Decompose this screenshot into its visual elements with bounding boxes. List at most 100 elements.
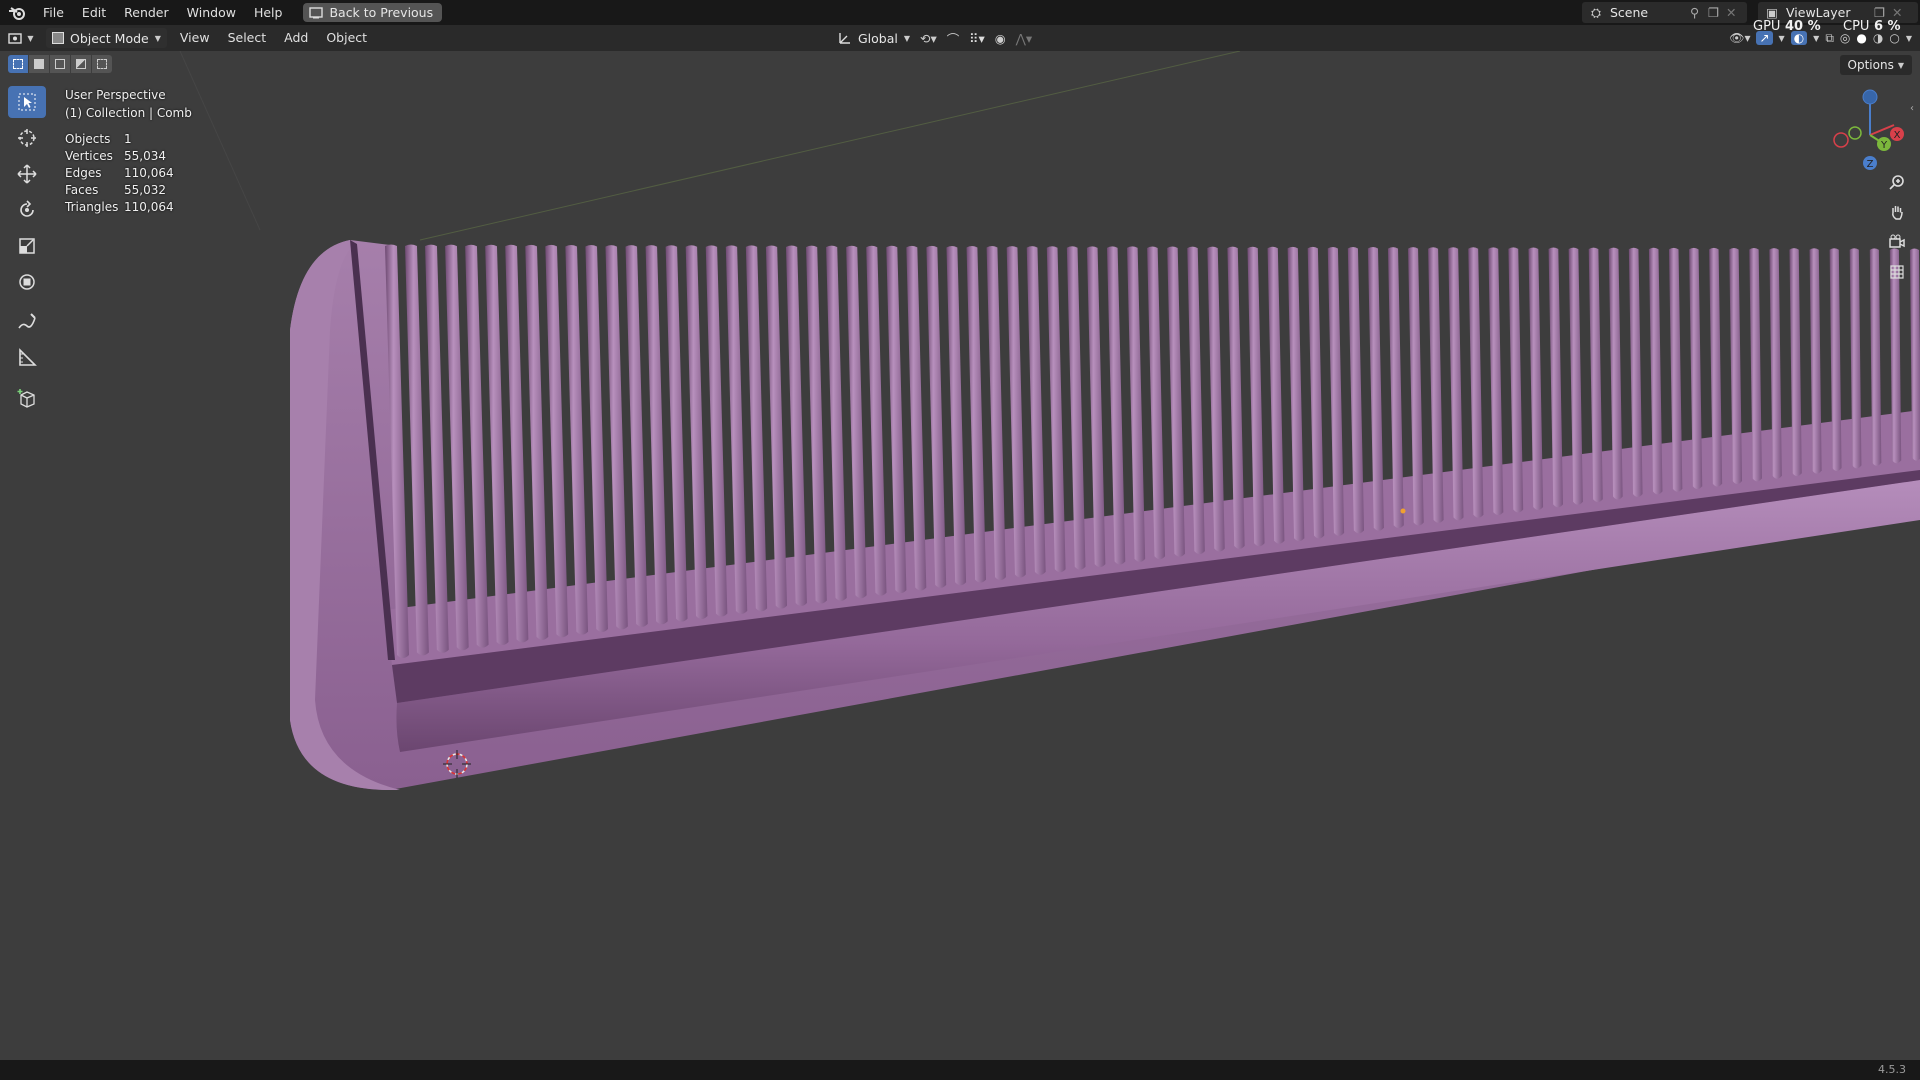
selection-mode-buttons — [8, 55, 112, 73]
comb-tooth — [886, 245, 907, 594]
options-dropdown[interactable]: Options ▼ — [1839, 55, 1912, 75]
comb-tooth — [806, 245, 827, 604]
comb-tooth — [725, 245, 748, 614]
menu-select[interactable]: Select — [219, 25, 276, 51]
perspective-toggle-icon[interactable] — [1884, 259, 1910, 285]
3d-viewport-icon — [8, 33, 23, 44]
transform-orientation-selector[interactable]: Global ▼ — [838, 31, 910, 46]
stat-label: Objects — [65, 132, 111, 146]
measure-tool[interactable] — [8, 342, 46, 374]
collection-label: (1) Collection | Comb — [65, 106, 192, 120]
comb-tooth — [445, 244, 469, 651]
menu-window[interactable]: Window — [178, 0, 245, 25]
blender-logo-icon[interactable] — [0, 0, 34, 25]
falloff-icon[interactable]: ⋀▾ — [1016, 31, 1033, 46]
comb-tooth — [1046, 246, 1066, 573]
pan-hand-icon[interactable] — [1884, 199, 1910, 225]
sidebar-toggle-icon[interactable]: ‹ — [1910, 103, 1914, 114]
rotate-tool[interactable] — [8, 194, 46, 226]
comb-tooth — [645, 245, 668, 625]
transform-tool[interactable] — [8, 266, 46, 298]
select-invert-icon[interactable] — [71, 55, 91, 73]
select-new-icon[interactable] — [8, 55, 28, 73]
snap-target-icon[interactable]: ⠿▾ — [969, 31, 984, 46]
comb-tooth — [946, 245, 967, 586]
comb-tooth — [765, 245, 788, 609]
back-to-previous-label: Back to Previous — [329, 5, 434, 20]
comb-tooth — [986, 246, 1006, 581]
camera-view-icon[interactable] — [1884, 229, 1910, 255]
chevron-down-icon[interactable]: ▼ — [1906, 34, 1912, 43]
menu-help[interactable]: Help — [245, 0, 292, 25]
new-scene-icon[interactable]: ❐ — [1708, 5, 1726, 20]
menu-object[interactable]: Object — [317, 25, 376, 51]
view-layer-name: ViewLayer — [1786, 5, 1851, 20]
chevron-down-icon[interactable]: ▼ — [1779, 34, 1785, 43]
new-view-layer-icon[interactable]: ❐ — [1874, 5, 1892, 20]
menu-edit[interactable]: Edit — [73, 0, 115, 25]
editor-type-selector[interactable]: ▼ — [0, 25, 42, 51]
comb-tooth — [425, 244, 449, 653]
pin-icon[interactable]: ⚲ — [1690, 5, 1708, 20]
add-cube-tool[interactable] — [8, 382, 46, 414]
select-box-tool[interactable] — [8, 86, 46, 118]
pencil-icon — [18, 313, 36, 329]
gizmo-y-negative — [1848, 126, 1862, 140]
comb-tooth — [565, 244, 589, 635]
scene-statistics: Objects 1 Vertices 55,034 Edges 110,064 Fac… — [65, 131, 174, 216]
annotate-tool[interactable] — [8, 306, 46, 338]
select-intersect-icon[interactable] — [92, 55, 112, 73]
chevron-down-icon[interactable]: ▼ — [1813, 34, 1819, 43]
comb-tooth — [465, 244, 489, 648]
comb-tooth — [785, 245, 807, 607]
select-extend-icon[interactable] — [29, 55, 49, 73]
stat-label: Edges — [65, 166, 102, 180]
scene-selector[interactable]: ⛭ Scene ⚲ ❐ ✕ — [1582, 2, 1747, 23]
menu-file[interactable]: File — [34, 0, 73, 25]
visibility-icon[interactable]: 👁▾ — [1729, 31, 1750, 45]
pivot-point-icon[interactable]: ⟲▾ — [920, 31, 937, 46]
stat-value: 55,032 — [124, 183, 166, 197]
menu-view[interactable]: View — [171, 25, 219, 51]
comb-tooth — [1006, 246, 1026, 578]
grid-line — [179, 51, 261, 231]
scale-tool[interactable] — [8, 230, 46, 262]
cpu-label: CPU — [1843, 19, 1870, 34]
delete-view-layer-icon[interactable]: ✕ — [1892, 5, 1906, 20]
stat-row: Edges 110,064 — [65, 165, 174, 182]
gizmo-z-label: Z — [1867, 159, 1874, 170]
gpu-value: 40 % — [1784, 19, 1821, 34]
comb-tooth — [605, 245, 628, 630]
move-tool[interactable] — [8, 158, 46, 190]
scene-name: Scene — [1610, 5, 1649, 20]
menu-render[interactable]: Render — [115, 0, 178, 25]
stat-row: Triangles 110,064 — [65, 199, 174, 216]
gizmo-x-label: X — [1894, 130, 1901, 141]
cube-add-icon — [17, 389, 35, 408]
menu-add[interactable]: Add — [275, 25, 317, 51]
mode-selector[interactable]: Object Mode ▼ — [46, 28, 167, 48]
comb-tooth — [625, 245, 648, 627]
snap-icon[interactable]: ⌒ — [947, 29, 960, 48]
navigation-gizmo[interactable]: X Y Z — [1830, 85, 1910, 175]
cursor-tool[interactable] — [8, 122, 46, 154]
stat-row: Vertices 55,034 — [65, 148, 174, 165]
zoom-icon[interactable] — [1884, 169, 1910, 195]
screen-icon — [309, 6, 324, 18]
top-menu-bar: File Edit Render Window Help Back to Pre… — [0, 0, 1920, 25]
ruler-icon — [19, 348, 37, 366]
comb-tooth — [665, 245, 688, 622]
back-to-previous-button[interactable]: Back to Previous — [303, 3, 443, 22]
select-subtract-icon[interactable] — [50, 55, 70, 73]
orientation-icon — [839, 33, 850, 44]
comb-tooth — [846, 245, 867, 599]
stat-row: Faces 55,032 — [65, 182, 174, 199]
stat-value: 1 — [124, 132, 132, 146]
proportional-editing-icon[interactable]: ◉ — [995, 31, 1006, 46]
3d-viewport[interactable]: Options ▼ User Perspective (1) Collectio… — [0, 51, 1920, 1060]
xray-toggle-icon[interactable]: ⧉ — [1825, 31, 1834, 46]
delete-scene-icon[interactable]: ✕ — [1726, 5, 1740, 20]
gizmo-y-label: Y — [1880, 140, 1888, 151]
gpu-label: GPU — [1753, 19, 1781, 34]
scale-icon — [19, 238, 35, 254]
